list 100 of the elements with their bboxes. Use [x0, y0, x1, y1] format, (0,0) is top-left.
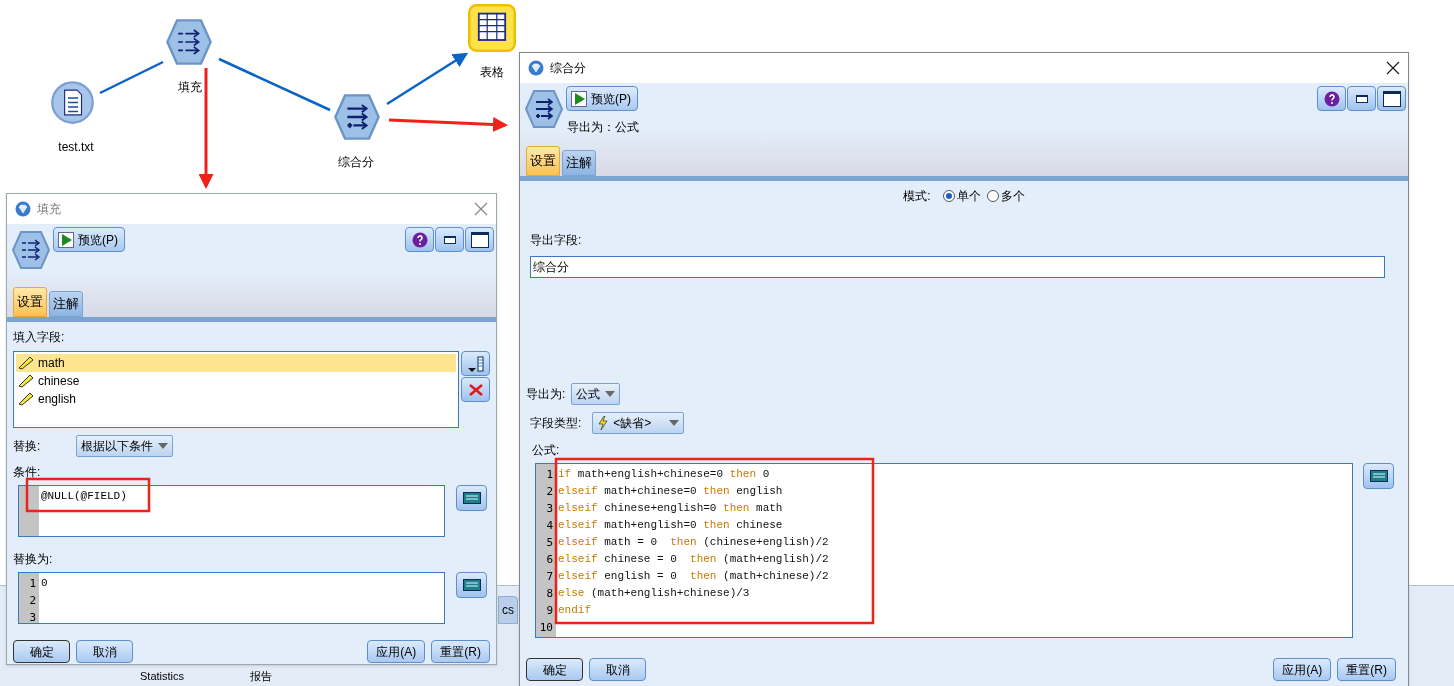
dropdown[interactable]: 根据以下条件	[76, 435, 173, 457]
expression-builder-button[interactable]	[456, 572, 487, 598]
line-number: 8	[545, 586, 554, 602]
field-list-item[interactable]: math	[16, 354, 456, 372]
play-icon	[58, 231, 74, 248]
dialog-button[interactable]: 取消	[589, 658, 646, 681]
dropdown[interactable]: 公式	[571, 383, 621, 405]
preview-button[interactable]: 预览(P)	[566, 86, 638, 111]
replace-editor[interactable]: 1 2 3 0	[18, 572, 445, 624]
line-number: 3	[545, 501, 554, 517]
palette-item[interactable]: Statistics	[140, 669, 184, 683]
arrows-node-icon	[165, 18, 213, 66]
delete-button[interactable]	[461, 377, 490, 402]
field-label: 模式:	[903, 188, 931, 205]
calculator-icon	[462, 492, 481, 504]
tab[interactable]: 设置	[13, 287, 47, 317]
app-logo-icon	[528, 60, 544, 76]
preview-button[interactable]: 预览(P)	[53, 227, 125, 252]
line-number: 6	[545, 552, 554, 568]
tab[interactable]: 注解	[562, 150, 596, 176]
line-number: 2	[28, 593, 37, 609]
code-line: else (math+english+chinese)/3	[558, 586, 751, 601]
dialog-button[interactable]: 应用(A)	[1273, 658, 1332, 681]
caret-icon	[158, 443, 168, 449]
field-list[interactable]: math chinese english	[13, 351, 459, 428]
line-number: 4	[545, 518, 554, 534]
maximize-button[interactable]	[1377, 86, 1406, 111]
expression-builder-button[interactable]	[1363, 463, 1394, 489]
line-number: 10	[538, 620, 554, 636]
mode-radio[interactable]: 多个	[986, 187, 1025, 205]
derive-field-input[interactable]: 综合分	[530, 256, 1385, 278]
maximize-icon	[1382, 90, 1401, 107]
node-label: 填充	[178, 79, 202, 96]
arrows-node-icon	[11, 230, 51, 270]
dialog-button[interactable]: 重置(R)	[1337, 658, 1396, 681]
formula-editor[interactable]	[535, 463, 1353, 638]
field-label: 字段类型:	[530, 415, 582, 432]
dropdown[interactable]: <缺省>	[592, 412, 685, 434]
app-logo-icon	[15, 201, 31, 217]
document-node-icon	[50, 80, 95, 125]
condition-editor[interactable]: @NULL(@FIELD)	[18, 485, 445, 537]
minimize-icon	[443, 235, 456, 244]
code-line: elseif math = 0 then (chinese+english)/2	[558, 535, 830, 550]
close-icon[interactable]	[1386, 61, 1400, 75]
maximize-icon	[470, 231, 489, 248]
delete-icon	[468, 383, 483, 396]
calculator-icon	[462, 579, 481, 591]
palette-item[interactable]: 报告	[250, 669, 272, 683]
line-number: 2	[545, 484, 554, 500]
line-number: 3	[28, 610, 37, 623]
ruler-icon	[18, 374, 34, 388]
node-label: 表格	[479, 64, 505, 81]
ruler-icon	[18, 356, 34, 370]
dialog-button[interactable]: 确定	[526, 658, 583, 681]
field-label: 填入字段:	[13, 329, 66, 346]
caret-icon	[605, 391, 616, 397]
code-line: @NULL(@FIELD)	[41, 489, 128, 504]
code-line: if math+english+chinese=0 then 0	[558, 467, 771, 482]
dialog-button[interactable]: 应用(A)	[367, 640, 426, 663]
dialog-button[interactable]: 取消	[76, 640, 133, 663]
line-number: 1	[545, 467, 554, 483]
mode-radio[interactable]: 单个	[942, 187, 981, 205]
line-number: 7	[545, 569, 554, 585]
palette-tab[interactable]: cs	[498, 596, 518, 624]
lightning-icon	[597, 416, 610, 430]
window-title: 综合分	[550, 60, 586, 77]
window-title: 填充	[37, 201, 61, 218]
field-list-item[interactable]: chinese	[16, 372, 456, 390]
minimize-button[interactable]	[1347, 86, 1376, 111]
help-button[interactable]	[1317, 86, 1346, 111]
line-number: 5	[545, 535, 554, 551]
dialog-button[interactable]: 重置(R)	[431, 640, 490, 663]
tab[interactable]: 设置	[526, 146, 560, 176]
code-line: elseif math+english=0 then chinese	[558, 518, 784, 533]
tab[interactable]: 注解	[49, 291, 83, 317]
ruler-icon	[18, 392, 34, 406]
node-label: 综合分	[337, 154, 375, 171]
minimize-button[interactable]	[435, 227, 464, 252]
derive-summary: 导出为：公式	[567, 119, 639, 136]
field-label: 公式:	[532, 442, 561, 459]
code-line: elseif chinese+english=0 then math	[558, 501, 784, 516]
help-button[interactable]	[405, 227, 434, 252]
dialog-button[interactable]: 确定	[13, 640, 70, 663]
expression-builder-button[interactable]	[456, 485, 487, 511]
table-node-icon	[468, 4, 516, 52]
field-label: 替换:	[13, 438, 42, 455]
code-line: elseif chinese = 0 then (math+english)/2	[558, 552, 830, 567]
node-label: test.txt	[57, 139, 95, 156]
plus-arrows-node-icon	[524, 89, 564, 129]
help-icon	[1323, 90, 1340, 107]
line-number: 9	[545, 603, 554, 619]
maximize-button[interactable]	[465, 227, 494, 252]
line-number: 1	[28, 576, 37, 592]
field-picker-icon	[466, 355, 485, 372]
field-picker-button[interactable]	[461, 351, 490, 376]
code-line: 0	[41, 576, 49, 591]
field-list-item[interactable]: english	[16, 390, 456, 408]
calculator-icon	[1369, 470, 1388, 482]
code-line: elseif english = 0 then (math+chinese)/2	[558, 569, 830, 584]
play-icon	[571, 90, 587, 107]
